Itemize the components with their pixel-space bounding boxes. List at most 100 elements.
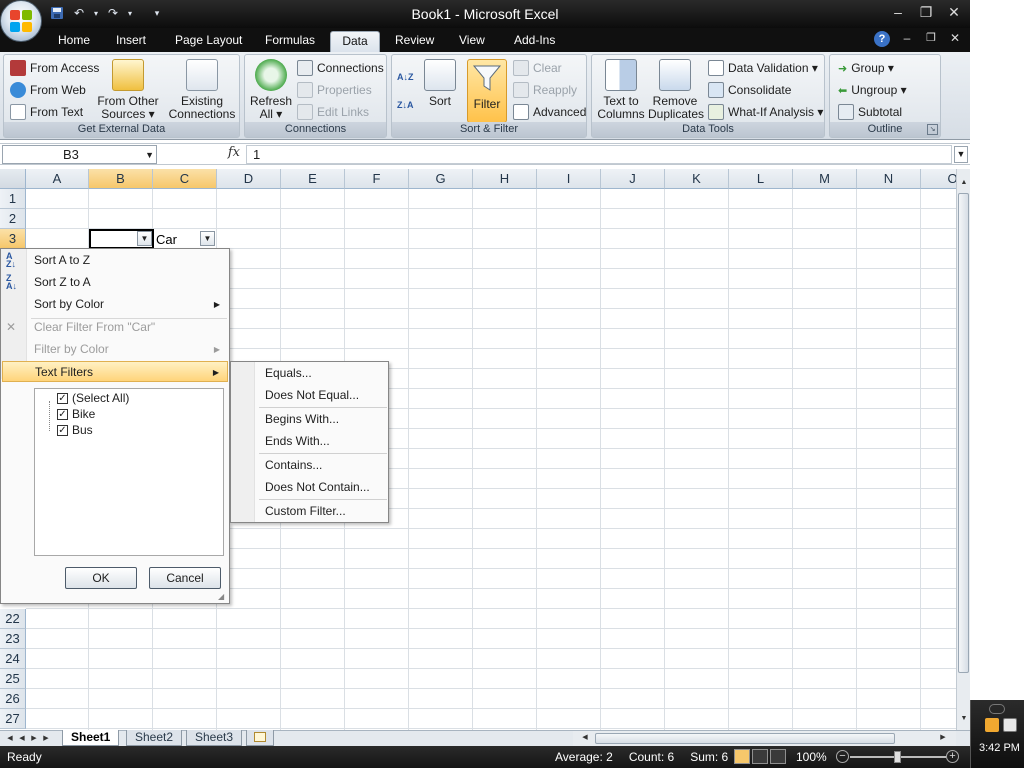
column-header-j[interactable]: J <box>601 169 665 189</box>
existing-connections-button[interactable]: Existing Connections <box>166 59 238 121</box>
name-box[interactable]: B3 ▼ <box>2 145 157 164</box>
zoom-in-button[interactable]: + <box>946 750 959 763</box>
zoom-level[interactable]: 100% <box>796 750 827 764</box>
scroll-up-arrow-icon[interactable]: ▲ <box>958 177 970 189</box>
does-not-equal-item[interactable]: Does Not Equal... <box>232 385 387 406</box>
reapply-button[interactable]: Reapply <box>513 80 577 100</box>
contains-item[interactable]: Contains... <box>232 455 387 476</box>
checkbox-select-all[interactable]: ✓ <box>57 392 68 404</box>
row-header-26[interactable]: 26 <box>0 689 26 709</box>
column-header-l[interactable]: L <box>729 169 793 189</box>
tab-page-layout[interactable]: Page Layout <box>167 31 250 52</box>
row-header-3[interactable]: 3 <box>0 229 26 249</box>
from-text-button[interactable]: From Text <box>10 102 83 122</box>
ok-button[interactable]: OK <box>65 567 137 589</box>
filter-by-color-item[interactable]: Filter by Color ▶ <box>2 339 228 360</box>
column-header-g[interactable]: G <box>409 169 473 189</box>
subtotal-button[interactable]: Subtotal <box>838 102 902 122</box>
sort-by-color-item[interactable]: Sort by Color ▶ <box>2 294 228 315</box>
column-header-i[interactable]: I <box>537 169 601 189</box>
insert-function-icon[interactable]: fx <box>228 145 240 160</box>
sort-button[interactable]: Sort <box>422 59 458 108</box>
row-header-22[interactable]: 22 <box>0 609 26 629</box>
column-header-c[interactable]: C <box>153 169 217 189</box>
list-item-bike[interactable]: ✓ Bike <box>57 406 95 422</box>
close-button[interactable]: ✕ <box>944 3 964 23</box>
group-button[interactable]: ➜ Group ▾ <box>838 58 894 78</box>
vertical-scroll-thumb[interactable] <box>958 193 969 673</box>
column-header-k[interactable]: K <box>665 169 729 189</box>
column-header-a[interactable]: A <box>26 169 89 189</box>
row-header-24[interactable]: 24 <box>0 649 26 669</box>
ungroup-button[interactable]: ⬅ Ungroup ▾ <box>838 80 907 100</box>
tab-review[interactable]: Review <box>387 31 442 52</box>
from-access-button[interactable]: From Access <box>10 58 99 78</box>
checkbox-bike[interactable]: ✓ <box>57 408 68 420</box>
sort-z-to-a-item[interactable]: Z A↓ Sort Z to A <box>2 272 228 293</box>
tab-insert[interactable]: Insert <box>108 31 154 52</box>
scroll-down-arrow-icon[interactable]: ▼ <box>958 713 970 725</box>
restore-button[interactable]: ❐ <box>916 3 936 23</box>
ends-with-item[interactable]: Ends With... <box>232 431 387 452</box>
resize-grip-icon[interactable]: ◢ <box>218 592 228 602</box>
vertical-scrollbar[interactable]: ▲ ▼ <box>956 169 970 730</box>
sort-za-button[interactable]: Z↓A <box>397 95 414 115</box>
tab-home[interactable]: Home <box>50 31 98 52</box>
column-header-d[interactable]: D <box>217 169 281 189</box>
cancel-button[interactable]: Cancel <box>149 567 221 589</box>
text-to-columns-button[interactable]: Text to Columns <box>596 59 646 121</box>
tray-app-icon[interactable] <box>985 718 999 732</box>
sheet-tab-sheet2[interactable]: Sheet2 <box>126 730 183 746</box>
page-break-view-button[interactable] <box>770 749 786 764</box>
row-header-1[interactable]: 1 <box>0 189 26 209</box>
filter-value-list[interactable]: ✓ (Select All) ✓ Bike ✓ Bus <box>34 388 224 556</box>
dialog-launcher-icon[interactable]: ↘ <box>927 124 938 135</box>
edit-links-button[interactable]: Edit Links <box>297 102 369 122</box>
column-header-o[interactable]: O <box>921 169 956 189</box>
doc-close-button[interactable]: ✕ <box>948 31 962 47</box>
doc-minimize-button[interactable]: – <box>900 31 914 47</box>
from-web-button[interactable]: From Web <box>10 80 86 100</box>
what-if-analysis-button[interactable]: What-If Analysis ▾ <box>708 102 823 122</box>
row-header-23[interactable]: 23 <box>0 629 26 649</box>
properties-button[interactable]: Properties <box>297 80 372 100</box>
cell-c3[interactable]: Car <box>156 232 177 247</box>
checkbox-bus[interactable]: ✓ <box>57 424 68 436</box>
page-layout-view-button[interactable] <box>752 749 768 764</box>
equals-item[interactable]: Equals... <box>232 363 387 384</box>
horizontal-scroll-thumb[interactable] <box>595 733 895 744</box>
list-item-bus[interactable]: ✓ Bus <box>57 422 93 438</box>
column-header-e[interactable]: E <box>281 169 345 189</box>
begins-with-item[interactable]: Begins With... <box>232 409 387 430</box>
row-header-25[interactable]: 25 <box>0 669 26 689</box>
scroll-right-arrow-icon[interactable]: ▶ <box>937 732 949 744</box>
expand-formula-bar-icon[interactable]: ▼ <box>954 146 968 163</box>
help-icon[interactable]: ? <box>874 31 890 47</box>
clear-button[interactable]: Clear <box>513 58 562 78</box>
column-header-n[interactable]: N <box>857 169 921 189</box>
column-header-f[interactable]: F <box>345 169 409 189</box>
remove-duplicates-button[interactable]: Remove Duplicates <box>648 59 704 121</box>
doc-restore-button[interactable]: ❐ <box>924 31 938 47</box>
zoom-slider-knob[interactable] <box>894 751 901 763</box>
does-not-contain-item[interactable]: Does Not Contain... <box>232 477 387 498</box>
column-header-m[interactable]: M <box>793 169 857 189</box>
tab-view[interactable]: View <box>451 31 493 52</box>
row-header-2[interactable]: 2 <box>0 209 26 229</box>
data-validation-button[interactable]: Data Validation ▾ <box>708 58 818 78</box>
sort-az-button[interactable]: A↓Z <box>397 67 414 87</box>
row-header-27[interactable]: 27 <box>0 709 26 729</box>
next-sheet-arrow-icon[interactable]: ▶ <box>28 733 40 745</box>
sheet-tab-sheet1[interactable]: Sheet1 <box>62 730 120 746</box>
zoom-out-button[interactable]: − <box>836 750 849 763</box>
normal-view-button[interactable] <box>734 749 750 764</box>
first-sheet-arrow-icon[interactable]: ◀ <box>4 733 16 745</box>
name-box-dropdown-icon[interactable]: ▼ <box>145 147 154 164</box>
tab-data[interactable]: Data <box>330 31 380 52</box>
insert-sheet-button[interactable] <box>246 730 274 746</box>
custom-filter-item[interactable]: Custom Filter... <box>232 501 387 522</box>
office-button[interactable] <box>0 0 42 42</box>
clear-filter-item[interactable]: ✕ Clear Filter From "Car" <box>2 317 228 338</box>
last-sheet-arrow-icon[interactable]: ▶ <box>40 733 52 745</box>
advanced-button[interactable]: Advanced <box>513 102 586 122</box>
